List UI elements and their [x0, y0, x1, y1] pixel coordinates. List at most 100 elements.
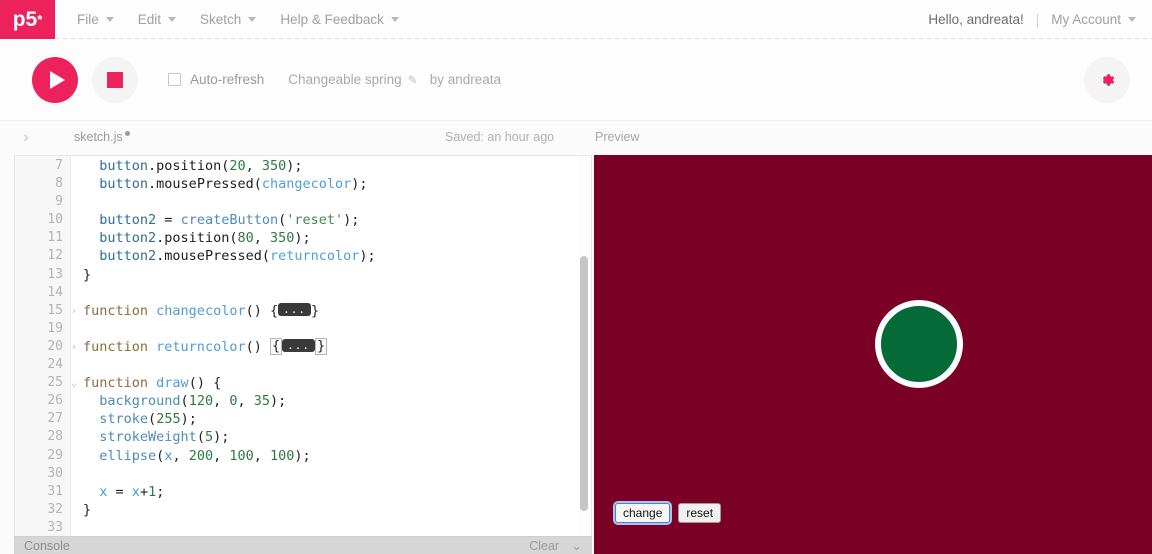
- p5-logo-text: p5: [12, 7, 38, 31]
- code-line: button2.position(80, 350);: [99, 230, 311, 247]
- code-line: stroke(255);: [99, 411, 197, 428]
- code-text-area[interactable]: button.position(20, 350); button.mousePr…: [71, 156, 591, 536]
- auto-refresh-label: Auto-refresh: [190, 72, 265, 87]
- code-line: function changecolor() {...}: [83, 302, 320, 319]
- line-number: 12: [47, 248, 63, 264]
- console-panel[interactable]: Console Clear ⌄: [14, 536, 592, 554]
- saved-status: Saved: an hour ago: [445, 130, 555, 144]
- chevron-down-icon: [105, 17, 114, 22]
- editor-scrollbar[interactable]: [578, 156, 590, 536]
- line-number: 13: [47, 266, 63, 282]
- editor-subbar: › sketch.js Saved: an hour ago Preview: [0, 121, 1152, 155]
- nav-menu-help[interactable]: Help & Feedback: [270, 6, 409, 33]
- line-number: 20 ›: [15, 338, 77, 356]
- stop-icon: [107, 71, 123, 88]
- nav-menu-file[interactable]: File: [67, 6, 124, 33]
- sketch-name-text[interactable]: Changeable spring: [288, 72, 401, 87]
- code-editor[interactable]: 7 8 9 10 11 12 13 14 15 › 19 20 › 24 25 ⌄ 2…: [14, 155, 592, 536]
- chevron-down-icon: [1128, 17, 1136, 22]
- console-actions: Clear ⌄: [529, 538, 582, 554]
- code-line: x = x+1;: [99, 483, 165, 500]
- nav-right-group: Hello, andreata! | My Account: [928, 0, 1152, 39]
- code-line: button.mousePressed(changecolor);: [99, 176, 368, 193]
- nav-separator: |: [1035, 12, 1040, 27]
- line-number: 14: [47, 284, 63, 300]
- my-account-menu[interactable]: My Account: [1051, 12, 1136, 27]
- preview-label: Preview: [595, 130, 640, 144]
- nav-menu-sketch-label: Sketch: [200, 12, 242, 27]
- chevron-down-icon: [168, 17, 177, 22]
- code-line: }: [83, 501, 92, 518]
- p5-logo[interactable]: p5 *: [0, 0, 55, 39]
- console-title: Console: [24, 538, 70, 553]
- gear-icon: [1102, 73, 1115, 86]
- sketch-preview-canvas[interactable]: change reset: [594, 155, 1152, 554]
- sketch-toolbar: Auto-refresh Changeable spring ✎ by andr…: [0, 39, 1152, 121]
- console-clear-button[interactable]: Clear: [529, 539, 559, 553]
- line-number: 26: [47, 393, 63, 409]
- line-number-gutter: 7 8 9 10 11 12 13 14 15 › 19 20 › 24 25 ⌄ 2…: [15, 156, 77, 536]
- line-number: 10: [47, 212, 63, 228]
- chevron-down-icon: [248, 17, 257, 22]
- line-number: 32: [47, 501, 63, 517]
- line-number: 9: [55, 194, 63, 210]
- chevron-down-icon: [390, 17, 399, 22]
- line-number: 15 ›: [15, 302, 77, 320]
- nav-menu-list: File Edit Sketch Help & Feedback: [55, 0, 409, 39]
- chevron-down-icon[interactable]: ⌄: [571, 538, 582, 554]
- line-number: 19: [47, 320, 63, 336]
- nav-menu-help-label: Help & Feedback: [280, 12, 384, 27]
- line-number: 8: [55, 176, 63, 192]
- chevron-right-icon[interactable]: ›: [17, 127, 35, 147]
- code-line: background(120, 0, 35);: [99, 393, 287, 410]
- unsaved-indicator-icon: [124, 130, 130, 136]
- code-fold-widget[interactable]: ...: [278, 303, 311, 317]
- auto-refresh-checkbox[interactable]: [168, 73, 181, 86]
- line-number: 28: [47, 429, 63, 445]
- code-line: button2 = createButton('reset');: [99, 212, 360, 229]
- my-account-label: My Account: [1051, 12, 1121, 27]
- user-greeting: Hello, andreata!: [928, 12, 1024, 27]
- sketch-name-group: Changeable spring ✎: [288, 72, 417, 87]
- stop-button[interactable]: [92, 56, 138, 103]
- auto-refresh-toggle[interactable]: Auto-refresh: [168, 72, 264, 87]
- p5-logo-star: *: [37, 12, 43, 27]
- line-number: 33: [47, 519, 63, 535]
- p5-web-editor: p5 * File Edit Sketch Help & Feedback Hel…: [0, 0, 1152, 554]
- code-line: function returncolor() {...}: [83, 338, 328, 356]
- line-number: 31: [47, 483, 63, 499]
- editor-scrollbar-thumb[interactable]: [580, 256, 588, 511]
- code-line: ellipse(x, 200, 100, 100);: [99, 447, 311, 464]
- nav-menu-file-label: File: [77, 12, 99, 27]
- code-line: function draw() {: [83, 375, 222, 392]
- matching-bracket-open: {: [269, 338, 283, 356]
- line-number: 24: [47, 357, 63, 373]
- play-icon: [49, 70, 65, 89]
- nav-menu-edit[interactable]: Edit: [128, 6, 186, 33]
- canvas-button-group: change reset: [615, 503, 722, 523]
- code-line: button.position(20, 350);: [99, 158, 303, 174]
- code-line: strokeWeight(5);: [99, 429, 230, 446]
- code-line: }: [83, 266, 92, 283]
- line-number: 30: [47, 465, 63, 481]
- file-tab-sketch-js[interactable]: sketch.js: [74, 130, 130, 144]
- canvas-ellipse: [875, 300, 963, 388]
- settings-button[interactable]: [1084, 56, 1130, 103]
- line-number: 11: [47, 230, 63, 246]
- top-navigation-bar: p5 * File Edit Sketch Help & Feedback Hel…: [0, 0, 1152, 39]
- canvas-change-button[interactable]: change: [615, 503, 671, 523]
- line-number: 27: [47, 411, 63, 427]
- canvas-reset-button[interactable]: reset: [678, 503, 722, 523]
- play-button[interactable]: [32, 56, 78, 103]
- pencil-icon[interactable]: ✎: [408, 73, 418, 87]
- line-number: 29: [47, 447, 63, 463]
- nav-menu-sketch[interactable]: Sketch: [190, 6, 266, 33]
- nav-menu-edit-label: Edit: [137, 12, 162, 27]
- code-fold-widget[interactable]: ...: [282, 339, 315, 353]
- line-number: 25 ⌄: [15, 374, 77, 392]
